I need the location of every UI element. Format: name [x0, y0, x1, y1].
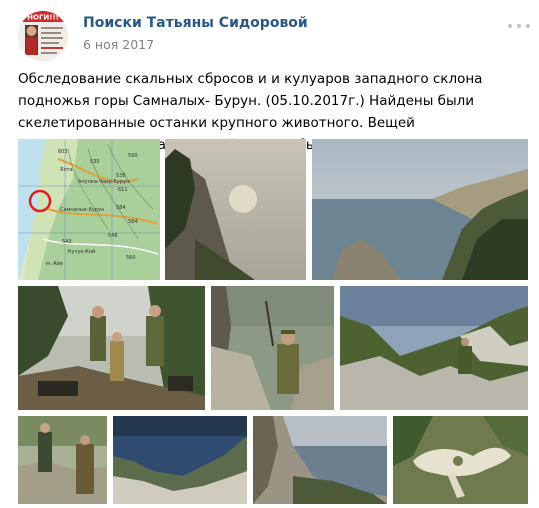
photo-image: [340, 286, 528, 410]
map-label: 548: [108, 233, 118, 239]
map-label: Кучук-Кой: [68, 248, 95, 255]
photo-rocky-slope[interactable]: [340, 286, 528, 410]
map-label: Алупка-Чаир-Бурун: [78, 179, 129, 185]
map-label: 560: [126, 255, 136, 261]
photo-two-men[interactable]: [18, 416, 107, 504]
more-dot-icon: [517, 24, 521, 28]
more-horizontal-icon[interactable]: [508, 18, 530, 34]
map-label: 603: [58, 149, 68, 155]
photo-image: [312, 139, 528, 280]
map-label: 584: [116, 205, 126, 211]
photo-searcher-rocks[interactable]: [211, 286, 334, 410]
photo-cliff-fog[interactable]: [165, 139, 306, 280]
photo-image: [253, 416, 387, 504]
map-label: 535: [90, 159, 100, 165]
photo-bones[interactable]: [393, 416, 528, 504]
map-label: м. Айя: [46, 260, 63, 267]
map-label: 584: [128, 219, 138, 225]
map-label: 543: [62, 239, 72, 245]
map-label: 590: [128, 153, 138, 159]
map-label: Самналых-Бурун: [60, 207, 104, 213]
photo-image: [18, 286, 205, 410]
more-dot-icon: [526, 24, 530, 28]
post-author-link[interactable]: Поиски Татьяны Сидоровой: [83, 15, 308, 31]
more-dot-icon: [508, 24, 512, 28]
photo-image: [18, 416, 107, 504]
wall-post: НОГИ!!! Поиски Татьяны Сидоровой 6 ноя 2…: [0, 0, 539, 508]
photo-image: [211, 286, 334, 410]
photo-ridge-sky[interactable]: [113, 416, 247, 504]
photo-image: [393, 416, 528, 504]
photo-cliff-edge[interactable]: [253, 416, 387, 504]
photo-image: [113, 416, 247, 504]
map-image: 603 535 590 538 611 Ялта Самналых-Бурун …: [18, 139, 160, 280]
avatar-image: НОГИ!!!: [18, 11, 68, 61]
post-date[interactable]: 6 ноя 2017: [83, 37, 154, 52]
avatar[interactable]: НОГИ!!!: [18, 11, 68, 61]
photo-map[interactable]: 603 535 590 538 611 Ялта Самналых-Бурун …: [18, 139, 160, 280]
avatar-header-text: НОГИ!!!: [27, 14, 59, 22]
map-label: Ялта: [60, 167, 73, 173]
photo-team-forest[interactable]: [18, 286, 205, 410]
photo-image: [165, 139, 306, 280]
photo-coast-view[interactable]: [312, 139, 528, 280]
map-label: 611: [118, 187, 128, 193]
